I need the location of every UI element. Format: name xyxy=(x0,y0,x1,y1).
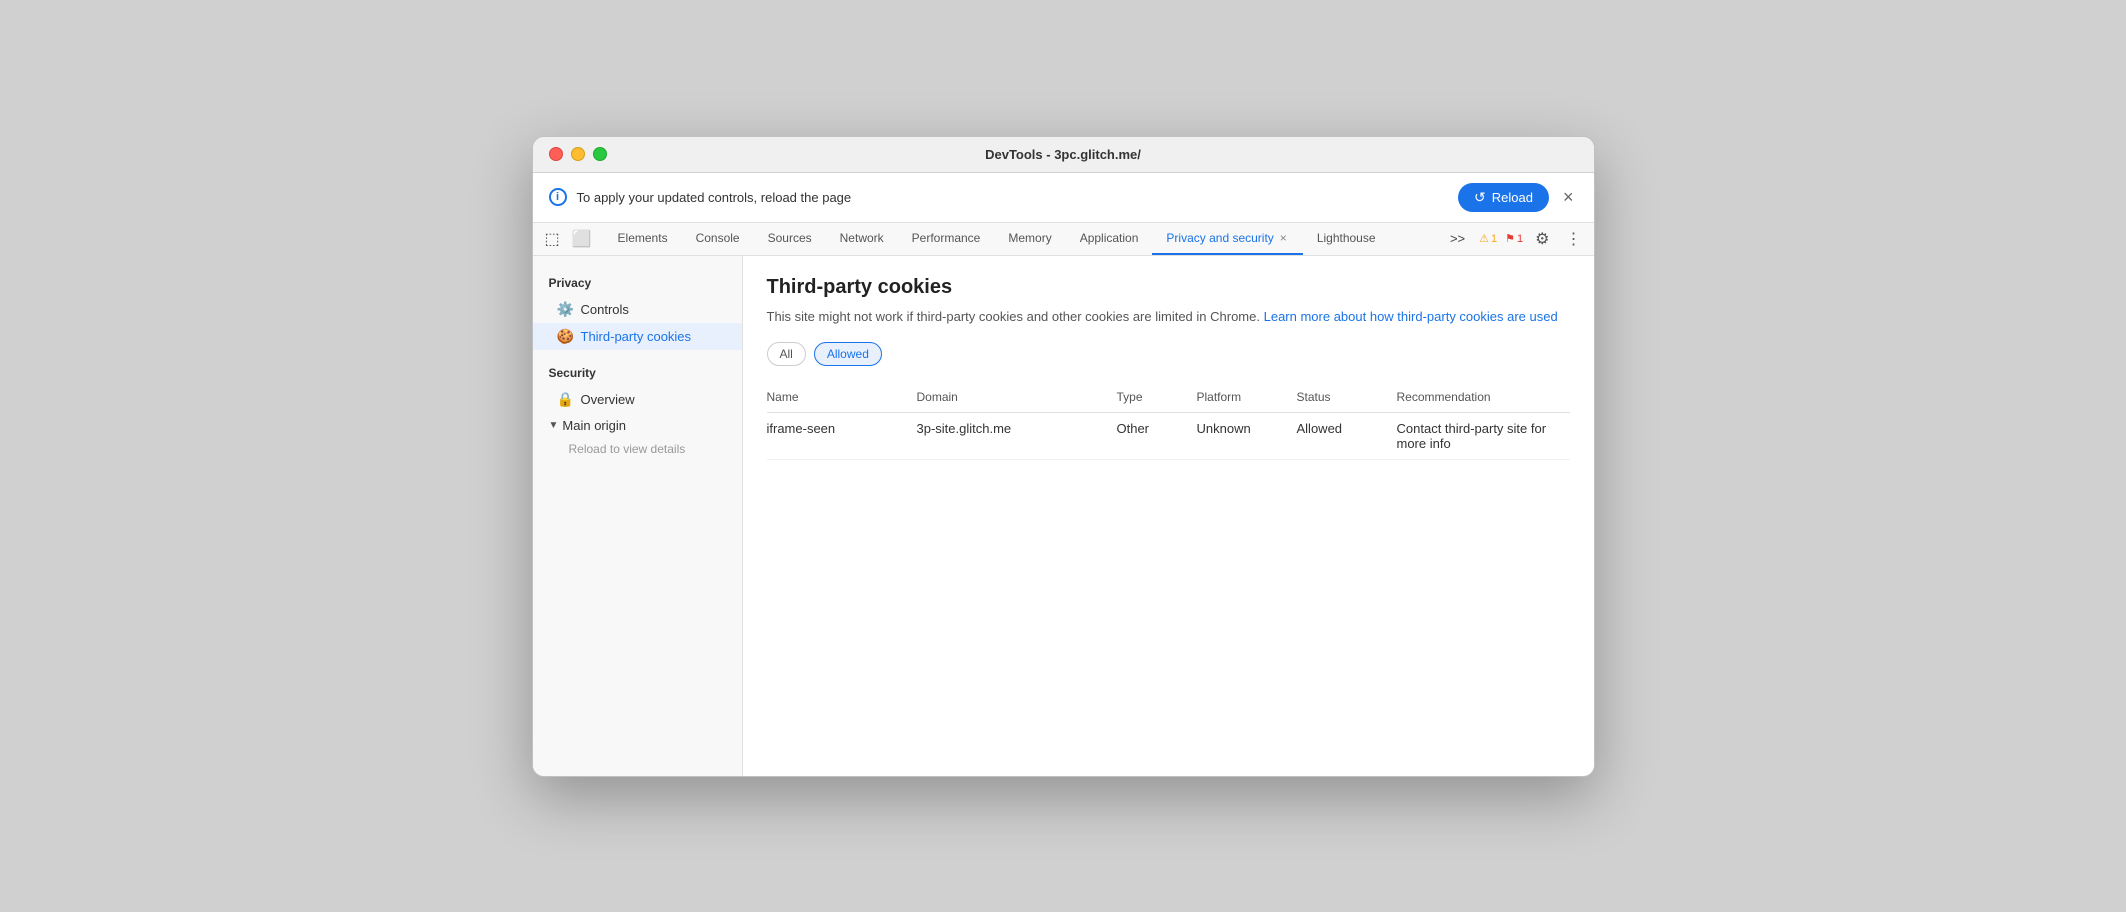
table-header-row: Name Domain Type Platform Status Recomme… xyxy=(767,382,1570,413)
page-description: This site might not work if third-party … xyxy=(767,307,1570,327)
sidebar-item-overview-label: Overview xyxy=(581,392,635,407)
tab-sources[interactable]: Sources xyxy=(754,223,826,255)
gear-icon: ⚙️ xyxy=(557,301,573,318)
cursor-icon-button[interactable]: ⬚ xyxy=(541,223,564,255)
settings-button[interactable]: ⚙ xyxy=(1531,225,1553,253)
tab-network[interactable]: Network xyxy=(826,223,898,255)
learn-more-link[interactable]: Learn more about how third-party cookies… xyxy=(1264,309,1558,324)
sidebar-main-origin-label: Main origin xyxy=(562,418,626,433)
cell-domain: 3p-site.glitch.me xyxy=(917,413,1117,460)
lock-icon: 🔒 xyxy=(557,391,573,408)
content-area: Third-party cookies This site might not … xyxy=(743,256,1594,776)
banner-text: To apply your updated controls, reload t… xyxy=(577,190,1449,205)
traffic-lights xyxy=(549,147,607,161)
cell-platform: Unknown xyxy=(1197,413,1297,460)
cookies-table: Name Domain Type Platform Status Recomme… xyxy=(767,382,1570,460)
tab-privacy-security-label: Privacy and security xyxy=(1166,231,1273,245)
window-title: DevTools - 3pc.glitch.me/ xyxy=(985,147,1141,162)
main-area: Privacy ⚙️ Controls 🍪 Third-party cookie… xyxy=(533,256,1594,776)
banner-close-button[interactable]: × xyxy=(1559,187,1578,208)
filter-allowed-button[interactable]: Allowed xyxy=(814,342,882,366)
sidebar-item-main-origin[interactable]: ▼ Main origin xyxy=(533,413,742,438)
sidebar-item-controls[interactable]: ⚙️ Controls xyxy=(533,296,742,323)
sidebar-item-overview[interactable]: 🔒 Overview xyxy=(533,386,742,413)
cookie-icon: 🍪 xyxy=(557,328,573,345)
sidebar-privacy-section: Privacy xyxy=(533,272,742,294)
maximize-button[interactable] xyxy=(593,147,607,161)
sidebar-item-cookies-label: Third-party cookies xyxy=(581,329,692,344)
sidebar: Privacy ⚙️ Controls 🍪 Third-party cookie… xyxy=(533,256,743,776)
col-header-domain: Domain xyxy=(917,382,1117,413)
error-badge: ⚑ 1 xyxy=(1505,232,1523,245)
chevron-down-icon: ▼ xyxy=(549,420,559,431)
cell-status: Allowed xyxy=(1297,413,1397,460)
devtools-icon-group: ⬚ ⬜ xyxy=(541,223,596,255)
tab-performance[interactable]: Performance xyxy=(898,223,995,255)
warning-triangle-icon: ⚠ xyxy=(1479,232,1489,245)
tab-application[interactable]: Application xyxy=(1066,223,1153,255)
tab-close-button[interactable]: × xyxy=(1278,232,1289,244)
more-options-button[interactable]: ⋮ xyxy=(1562,225,1586,253)
col-header-recommendation: Recommendation xyxy=(1397,382,1570,413)
close-button[interactable] xyxy=(549,147,563,161)
sidebar-security-section: Security xyxy=(533,362,742,384)
cell-type: Other xyxy=(1117,413,1197,460)
reload-button[interactable]: ↺ Reload xyxy=(1458,183,1549,212)
filter-row: All Allowed xyxy=(767,342,1570,366)
sidebar-item-controls-label: Controls xyxy=(581,302,629,317)
filter-all-button[interactable]: All xyxy=(767,342,806,366)
page-description-text: This site might not work if third-party … xyxy=(767,309,1260,324)
tabs-more-button[interactable]: >> xyxy=(1444,227,1471,250)
reload-button-label: Reload xyxy=(1492,190,1533,205)
warning-count: 1 xyxy=(1491,233,1497,245)
titlebar: DevTools - 3pc.glitch.me/ xyxy=(533,137,1594,173)
tab-lighthouse[interactable]: Lighthouse xyxy=(1303,223,1390,255)
col-header-name: Name xyxy=(767,382,917,413)
tabs-right-controls: >> ⚠ 1 ⚑ 1 ⚙ ⋮ xyxy=(1444,225,1586,253)
cell-name: iframe-seen xyxy=(767,413,917,460)
cell-recommendation: Contact third-party site for more info xyxy=(1397,413,1570,460)
minimize-button[interactable] xyxy=(571,147,585,161)
info-icon: i xyxy=(549,188,567,206)
tab-privacy-and-security[interactable]: Privacy and security × xyxy=(1152,223,1302,255)
warning-badge: ⚠ 1 xyxy=(1479,232,1497,245)
col-header-type: Type xyxy=(1117,382,1197,413)
sidebar-item-third-party-cookies[interactable]: 🍪 Third-party cookies xyxy=(533,323,742,350)
device-icon-button[interactable]: ⬜ xyxy=(568,223,596,255)
tabs-bar: ⬚ ⬜ Elements Console Sources Network Per… xyxy=(533,223,1594,256)
col-header-status: Status xyxy=(1297,382,1397,413)
devtools-window: DevTools - 3pc.glitch.me/ i To apply you… xyxy=(532,136,1595,777)
sidebar-reload-to-view: Reload to view details xyxy=(533,438,742,460)
tab-console[interactable]: Console xyxy=(682,223,754,255)
error-count: 1 xyxy=(1517,233,1523,245)
col-header-platform: Platform xyxy=(1197,382,1297,413)
table-row[interactable]: iframe-seen 3p-site.glitch.me Other Unkn… xyxy=(767,413,1570,460)
page-title: Third-party cookies xyxy=(767,276,1570,299)
reload-banner: i To apply your updated controls, reload… xyxy=(533,173,1594,223)
error-flag-icon: ⚑ xyxy=(1505,232,1515,245)
reload-icon: ↺ xyxy=(1474,189,1486,206)
tab-memory[interactable]: Memory xyxy=(994,223,1065,255)
tab-elements[interactable]: Elements xyxy=(604,223,682,255)
